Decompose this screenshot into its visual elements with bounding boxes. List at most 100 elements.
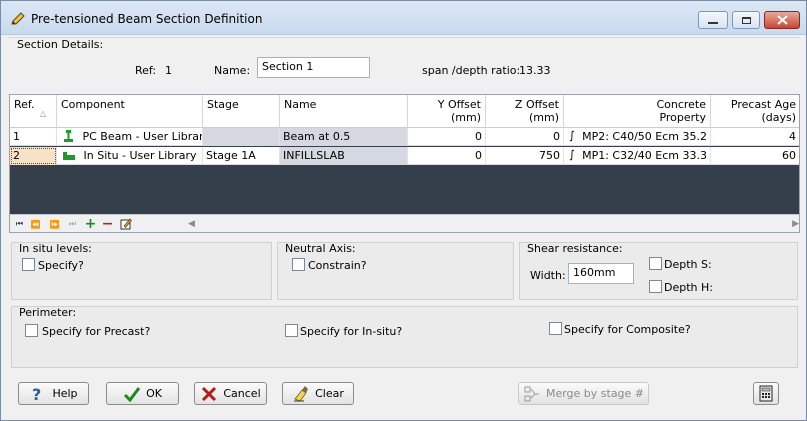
prev-record-button[interactable]: ⏪ xyxy=(28,217,43,231)
next-icon: ⏩ xyxy=(49,219,60,229)
cell-concrete-label: MP1: C32/40 Ecm 33.3 xyxy=(582,149,707,162)
cell-ref[interactable]: 1 xyxy=(10,128,57,146)
last-icon: ⏭ xyxy=(68,219,77,228)
neutral-axis-constrain-label: Constrain? xyxy=(308,259,367,272)
last-record-button[interactable]: ⏭ xyxy=(65,217,80,231)
cell-age[interactable]: 4 xyxy=(711,128,799,146)
cell-z-offset[interactable]: 0 xyxy=(486,128,564,146)
sort-ascending-icon: △ xyxy=(40,109,47,118)
minimize-icon xyxy=(708,22,718,24)
header-concrete-line1: Concrete xyxy=(656,98,706,111)
dialog-window: Pre-tensioned Beam Section Definition Se… xyxy=(0,0,807,421)
cancel-button[interactable]: Cancel xyxy=(194,382,267,405)
section-details-panel: Section Details: Ref: 1 Name: Section 1 … xyxy=(9,37,800,89)
checkmark-icon xyxy=(124,386,141,402)
calculator-button[interactable] xyxy=(753,382,779,405)
header-component[interactable]: Component xyxy=(57,95,203,128)
cell-concrete[interactable]: ∫ MP1: C32/40 Ecm 33.3 xyxy=(564,147,711,165)
header-concrete-property[interactable]: Concrete Property xyxy=(564,95,711,128)
first-record-button[interactable]: ⏮ xyxy=(12,217,27,231)
neutral-axis-constrain-checkbox[interactable] xyxy=(292,258,305,271)
edit-record-button[interactable] xyxy=(118,217,133,231)
section-details-title: Section Details: xyxy=(17,38,104,51)
depth-s-checkbox[interactable] xyxy=(649,257,662,270)
depth-h-label: Depth H: xyxy=(664,281,713,294)
cell-ref[interactable]: 2 xyxy=(10,147,57,165)
header-z-offset-line2: (mm) xyxy=(528,111,559,124)
precast-perimeter-label: Specify for Precast? xyxy=(42,325,151,338)
header-name[interactable]: Name xyxy=(280,95,408,128)
precast-beam-icon xyxy=(64,130,73,142)
cell-concrete[interactable]: ∫ MP2: C40/50 Ecm 35.2 xyxy=(564,128,711,146)
close-button[interactable] xyxy=(764,11,800,29)
delete-record-button[interactable]: − xyxy=(100,216,115,232)
plus-icon: + xyxy=(84,216,97,232)
depth-h-checkbox[interactable] xyxy=(649,280,662,293)
cell-name[interactable]: INFILLSLAB xyxy=(280,147,408,165)
minimize-button[interactable] xyxy=(698,11,728,29)
name-input[interactable]: Section 1 xyxy=(257,57,370,78)
x-icon xyxy=(202,386,217,401)
ok-button[interactable]: OK xyxy=(106,382,179,405)
scroll-right-icon: ▶ xyxy=(792,219,799,229)
clear-button[interactable]: Clear xyxy=(282,382,354,405)
neutral-axis-group: Neutral Axis: Constrain? xyxy=(277,242,514,300)
header-age-line1: Precast Age xyxy=(730,98,796,111)
table-row[interactable]: 1 PC Beam - User Library Beam at 0.5 0 0… xyxy=(10,128,799,146)
cell-component-label: PC Beam - User Library xyxy=(82,130,203,143)
header-concrete-line2: Property xyxy=(659,111,706,124)
close-icon xyxy=(776,15,788,25)
ref-value: 1 xyxy=(165,64,172,77)
merge-by-stage-button[interactable]: Merge by stage # xyxy=(518,382,649,405)
cell-age[interactable]: 60 xyxy=(711,147,799,165)
merge-button-label: Merge by stage # xyxy=(545,387,645,400)
table-row[interactable]: 2 In Situ - User Library Stage 1A INFILL… xyxy=(10,147,799,165)
header-ref[interactable]: Ref. △ xyxy=(10,95,57,128)
ok-button-label: OK xyxy=(146,387,162,400)
cell-name[interactable]: Beam at 0.5 xyxy=(280,128,408,146)
cell-y-offset[interactable]: 0 xyxy=(408,147,486,165)
clear-button-label: Clear xyxy=(315,387,344,400)
header-y-offset[interactable]: Y Offset (mm) xyxy=(408,95,486,128)
cell-stage[interactable] xyxy=(203,128,280,146)
previous-icon: ⏪ xyxy=(30,219,41,229)
restore-icon xyxy=(741,16,751,24)
precast-perimeter-checkbox[interactable] xyxy=(25,324,38,337)
cell-z-offset[interactable]: 750 xyxy=(486,147,564,165)
insitu-levels-title: In situ levels: xyxy=(19,242,92,255)
title-bar: Pre-tensioned Beam Section Definition xyxy=(1,1,806,35)
insitu-slab-icon xyxy=(63,152,75,160)
maximize-button[interactable] xyxy=(732,11,760,29)
insitu-specify-label: Specify? xyxy=(38,259,84,272)
calculator-icon xyxy=(759,385,773,402)
eraser-icon xyxy=(294,385,309,401)
window-title: Pre-tensioned Beam Section Definition xyxy=(31,12,263,26)
header-y-offset-line1: Y Offset xyxy=(437,98,481,111)
edit-icon xyxy=(120,218,132,230)
insitu-levels-group: In situ levels: Specify? xyxy=(11,242,272,300)
shear-resistance-title: Shear resistance: xyxy=(527,242,623,255)
header-precast-age[interactable]: Precast Age (days) xyxy=(711,95,799,128)
curve-icon: ∫ xyxy=(569,129,575,142)
header-stage[interactable]: Stage xyxy=(203,95,280,128)
cell-component[interactable]: PC Beam - User Library xyxy=(57,128,203,146)
cell-y-offset[interactable]: 0 xyxy=(408,128,486,146)
ref-label: Ref: xyxy=(135,64,157,77)
help-button[interactable]: ? Help xyxy=(18,382,89,405)
width-input[interactable]: 160mm xyxy=(568,263,634,284)
composite-perimeter-label: Specify for Composite? xyxy=(564,323,691,336)
cell-component[interactable]: In Situ - User Library xyxy=(57,147,203,165)
cell-stage[interactable]: Stage 1A xyxy=(203,147,280,165)
question-icon: ? xyxy=(32,385,41,403)
help-button-label: Help xyxy=(52,387,78,400)
name-label: Name: xyxy=(214,64,251,77)
insitu-specify-checkbox[interactable] xyxy=(22,258,35,271)
next-record-button[interactable]: ⏩ xyxy=(47,217,62,231)
curve-icon: ∫ xyxy=(569,148,575,161)
insitu-perimeter-checkbox[interactable] xyxy=(285,324,298,337)
horizontal-scrollbar[interactable]: ◀ ▶ xyxy=(136,217,799,232)
header-z-offset[interactable]: Z Offset (mm) xyxy=(486,95,564,128)
add-record-button[interactable]: + xyxy=(83,216,98,232)
composite-perimeter-checkbox[interactable] xyxy=(549,322,562,335)
depth-s-label: Depth S: xyxy=(664,258,712,271)
